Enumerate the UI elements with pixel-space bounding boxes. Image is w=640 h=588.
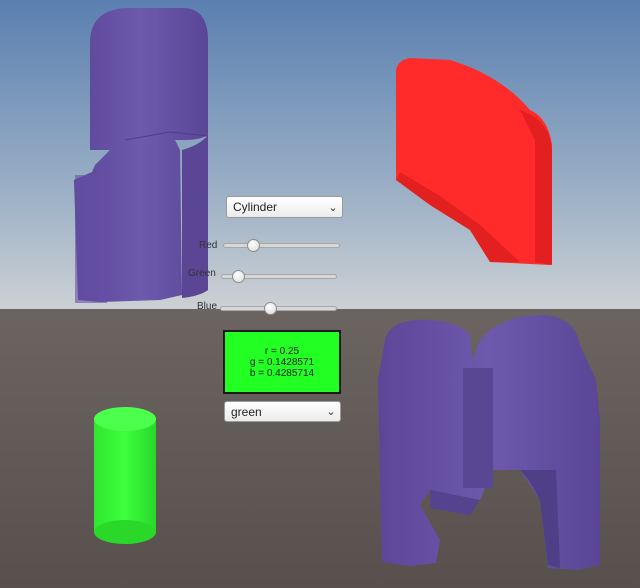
chevron-down-icon: ⌄ xyxy=(326,406,336,418)
3d-scene-viewport xyxy=(0,0,640,588)
green-slider-label: Green xyxy=(188,268,216,279)
r-value: r = 0.25 xyxy=(264,345,300,357)
blue-slider-label: Blue xyxy=(197,301,218,312)
green-slider[interactable] xyxy=(221,270,337,283)
g-value: g = 0.1428571 xyxy=(249,356,315,368)
green-cylinder xyxy=(94,407,156,544)
shape-dropdown-value: Cylinder xyxy=(233,200,278,214)
red-slider-label: Red xyxy=(199,240,218,251)
red-slider[interactable] xyxy=(223,239,340,252)
color-preview-box: r = 0.25 g = 0.1428571 b = 0.4285714 xyxy=(223,330,341,394)
chevron-down-icon: ⌄ xyxy=(328,201,338,214)
shape-dropdown[interactable]: Cylinder ⌄ xyxy=(226,196,343,218)
red-slider-handle[interactable] xyxy=(246,239,260,252)
b-value: b = 0.4285714 xyxy=(249,367,315,379)
blue-slider[interactable] xyxy=(220,302,337,315)
color-dropdown[interactable]: green ⌄ xyxy=(224,401,341,422)
color-dropdown-value: green xyxy=(231,404,262,419)
